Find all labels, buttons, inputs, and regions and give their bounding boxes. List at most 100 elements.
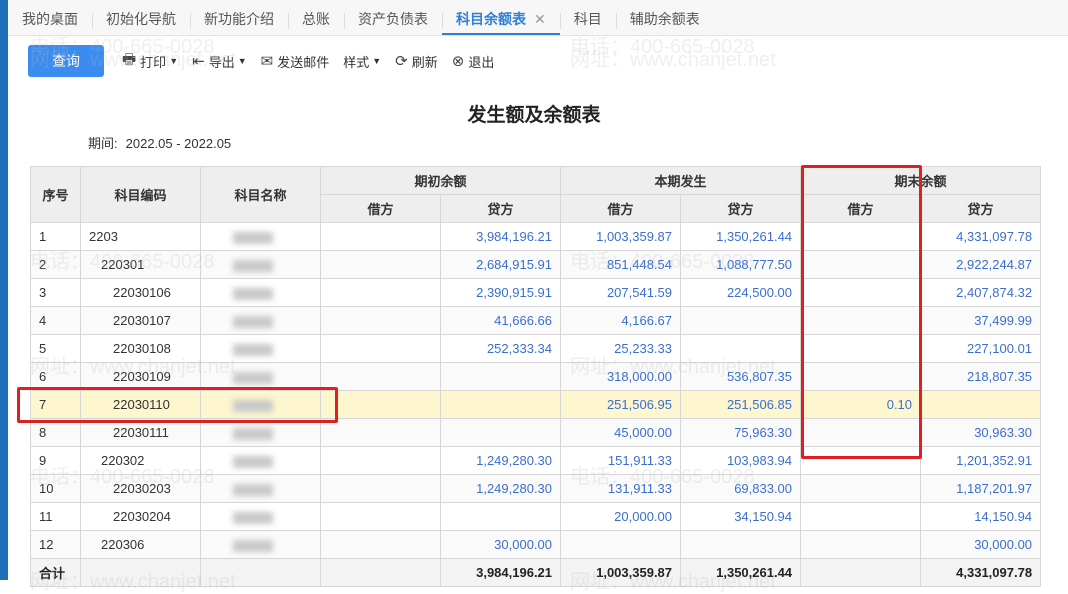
table-row[interactable]: 8 22030111 45,000.00 75,963.30 30,963.30 [30,418,1042,447]
print-button[interactable]: 🖶 打印 ▼ [122,49,178,74]
send-email-button[interactable]: ✉ 发送邮件 [261,52,330,71]
header-name: 科目名称 [200,166,321,223]
header-ending-debit: 借方 [800,194,922,223]
header-opening: 期初余额 [319,166,562,195]
style-label: 样式 [343,54,370,70]
account-code: 22030109 [80,362,201,391]
table-row[interactable]: 11 22030204 20,000.00 34,150.94 14,150.94 [30,502,1042,531]
redacted-name [233,371,273,384]
export-label: 导出 [208,54,235,70]
table-row[interactable]: 9 220302 1,249,280.30 151,911.33 103,983.94 1… [30,446,1042,475]
tab-label: 新功能介绍 [204,11,274,27]
amount-ed [800,306,922,335]
redacted-name [233,399,273,412]
table-row[interactable]: 10 22030203 1,249,280.30 131,911.33 69,833.0… [30,474,1042,503]
total-ec: 4,331,097.78 [920,558,1042,587]
header-ending: 期末余额 [800,166,1042,195]
amount-cc: 103,983.94 [680,446,802,475]
amount-ed [800,250,922,279]
amount-od [320,418,441,447]
amount-ed [800,278,922,307]
style-button[interactable]: 样式 ▼ [343,52,381,71]
amount-od [320,278,441,307]
row-index: 6 [30,362,81,391]
tab-7[interactable]: 辅助余额表 [615,0,714,35]
amount-ed [800,474,922,503]
query-button[interactable]: 查询 [28,45,104,77]
table-row[interactable]: 7 22030110 251,506.95 251,506.85 0.10 [30,390,1042,419]
exit-button[interactable]: ⊗ 退出 [452,52,495,71]
amount-od [320,362,441,391]
redacted-name [233,511,273,524]
account-code: 22030204 [80,502,201,531]
table-row[interactable]: 6 22030109 318,000.00 536,807.35 218,807.35 [30,362,1042,391]
row-index: 11 [30,502,81,531]
amount-ec: 37,499.99 [920,306,1042,335]
amount-cd: 318,000.00 [560,362,682,391]
redacted-name [233,343,273,356]
table-row[interactable]: 5 22030108 252,333.34 25,233.33 227,100.01 [30,334,1042,363]
total-row: 合计 3,984,196.21 1,003,359.87 1,350,261.44 4,… [30,558,1042,587]
refresh-button[interactable]: ⟳ 刷新 [395,52,438,71]
period-value: 2022.05 - 2022.05 [125,136,232,151]
account-code: 220301 [80,250,201,279]
amount-ed [800,334,922,363]
amount-od [320,390,441,419]
tab-4[interactable]: 资产负债表 [344,0,442,35]
amount-od [320,502,441,531]
exit-label: 退出 [468,54,495,70]
header-ending-credit: 贷方 [920,194,1042,223]
tab-6[interactable]: 科目 [559,0,616,35]
header-current: 本期发生 [560,166,802,195]
table-row[interactable]: 4 22030107 41,666.66 4,166.67 37,499.99 [30,306,1042,335]
amount-ec: 30,963.30 [920,418,1042,447]
header-index: 序号 [30,166,81,223]
account-name [200,334,321,363]
export-icon: ⇤ [192,53,205,70]
amount-od [320,446,441,475]
row-index: 10 [30,474,81,503]
amount-ec: 2,407,874.32 [920,278,1042,307]
total-label: 合计 [30,558,81,587]
table-row[interactable]: 2 220301 2,684,915.91 851,448.54 1,088,777.5… [30,250,1042,279]
amount-cc: 1,350,261.44 [680,222,802,251]
tab-1[interactable]: 初始化导航 [92,0,190,35]
tab-0[interactable]: 我的桌面 [8,0,92,35]
header-opening-credit: 贷方 [439,194,562,223]
amount-od [320,306,441,335]
table-row[interactable]: 12 220306 30,000.00 30,000.00 [30,530,1042,559]
account-name [200,418,321,447]
report-title: 发生额及余额表 [467,105,601,126]
redacted-name [233,427,273,440]
tab-3[interactable]: 总账 [288,0,344,35]
table-row[interactable]: 3 22030106 2,390,915.91 207,541.59 224,500.0… [30,278,1042,307]
export-button[interactable]: ⇤ 导出 ▼ [192,52,247,71]
tab-5[interactable]: 科目余额表 ✕ [442,0,560,35]
amount-cc [680,334,802,363]
account-code: 220306 [80,530,201,559]
chevron-down-icon: ▼ [237,56,247,66]
chevron-down-icon: ▼ [169,56,179,66]
header-opening-debit: 借方 [320,194,441,223]
amount-cc [680,306,802,335]
account-name [200,306,321,335]
amount-cd: 151,911.33 [560,446,682,475]
amount-cd: 4,166.67 [560,306,682,335]
account-code: 22030108 [80,334,201,363]
print-label: 打印 [140,54,167,70]
close-icon[interactable]: ✕ [534,11,546,27]
amount-cd: 25,233.33 [560,334,682,363]
amount-cc: 1,088,777.50 [680,250,802,279]
tab-label: 科目余额表 [456,11,526,27]
close-circle-icon: ⊗ [451,53,465,70]
tab-2[interactable]: 新功能介绍 [190,0,288,35]
amount-od [320,250,441,279]
account-code: 2203 [80,222,201,251]
total-od [320,558,441,587]
row-index: 3 [30,278,81,307]
table-row[interactable]: 1 2203 3,984,196.21 1,003,359.87 1,350,261.4… [30,222,1042,251]
amount-cc: 536,807.35 [680,362,802,391]
row-index: 5 [30,334,81,363]
amount-oc: 1,249,280.30 [439,446,562,475]
amount-oc: 30,000.00 [439,530,562,559]
